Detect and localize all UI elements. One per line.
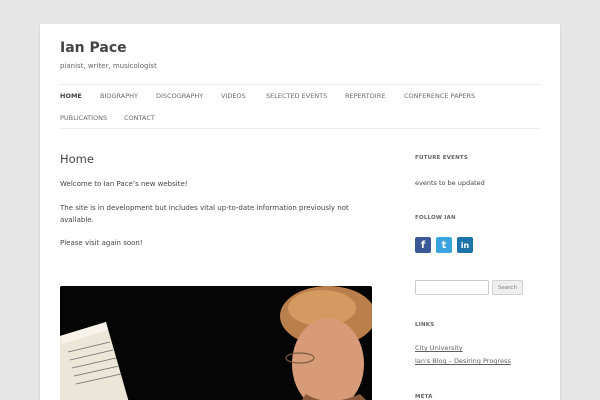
nav-item-conference-papers[interactable]: CONFERENCE PAPERS [404,92,475,100]
link-city-university[interactable]: City University [415,344,463,352]
nav-item-home[interactable]: HOME [60,92,82,100]
facebook-icon[interactable]: f [415,237,431,253]
linkedin-icon[interactable]: in [457,237,473,253]
content-paragraph: Please visit again soon! [60,239,143,247]
page-title: Home [60,152,94,166]
nav-item-repertoire[interactable]: REPERTOIRE [345,92,385,100]
future-events-title: FUTURE EVENTS [415,155,469,161]
pianist-photo-illustration [60,286,372,400]
links-title: LINKS [415,322,435,328]
nav-bottom-divider [60,128,540,129]
site-description: pianist, writer, musicologist [60,62,157,70]
nav-item-contact[interactable]: CONTACT [124,114,155,122]
link-ians-blog[interactable]: Ian's Blog – Desiring Progress [415,357,511,365]
nav-item-selected-events[interactable]: SELECTED EVENTS [266,92,327,100]
follow-title: FOLLOW IAN [415,215,456,221]
main-navigation: HOME BIOGRAPHY DISCOGRAPHY VIDEOS SELECT… [60,84,540,128]
site-title[interactable]: Ian Pace [60,40,127,56]
pianist-photo [60,286,372,400]
content-paragraph: The site is in development but includes … [60,204,349,224]
twitter-icon[interactable]: t [436,237,452,253]
search-button[interactable]: Search [492,280,523,295]
search-input[interactable] [415,280,489,295]
meta-title: META [415,394,433,400]
nav-item-biography[interactable]: BIOGRAPHY [100,92,138,100]
nav-item-publications[interactable]: PUBLICATIONS [60,114,107,122]
nav-item-videos[interactable]: VIDEOS [221,92,246,100]
content-paragraph: Welcome to Ian Pace’s new website! [60,180,188,188]
nav-item-discography[interactable]: DISCOGRAPHY [156,92,203,100]
future-events-text: events to be updated [415,179,485,187]
page-container: Ian Pace pianist, writer, musicologist H… [40,24,560,400]
